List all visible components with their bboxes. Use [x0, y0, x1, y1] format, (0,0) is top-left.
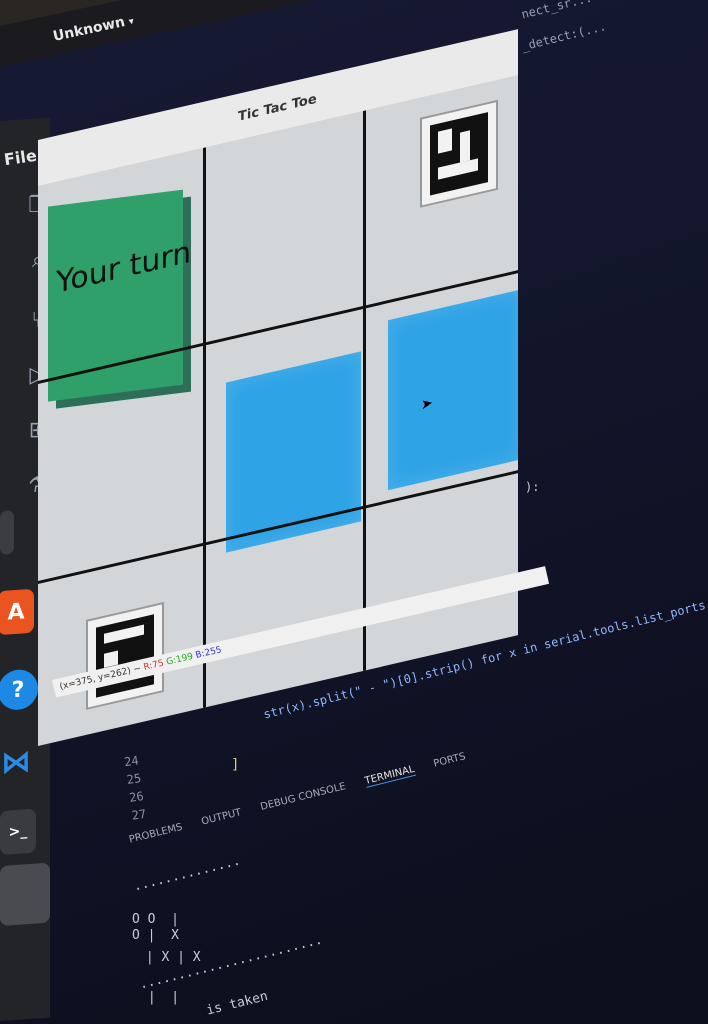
- terminal-message: is taken: [205, 988, 270, 1019]
- grid-line: [363, 110, 366, 671]
- terminal-board-row: | |: [140, 990, 180, 1005]
- photo-of-monitor: Unknown▾ A ? ⋈ >_ File ❐ ⌕ ⑂ ▷ ⊞ ⚗ nect_…: [0, 0, 708, 1024]
- tab-ports[interactable]: PORTS: [432, 751, 467, 771]
- blue-cube: [388, 289, 518, 491]
- terminal-dots: ..............: [132, 853, 242, 895]
- app-grid-icon[interactable]: [0, 862, 50, 927]
- chevron-down-icon: ▾: [127, 16, 136, 28]
- mouse-cursor-icon: ➤: [421, 394, 433, 414]
- tab-problems[interactable]: PROBLEMS: [128, 822, 184, 847]
- code-bracket: ]: [231, 757, 240, 773]
- vscode-icon[interactable]: ⋈: [0, 739, 34, 786]
- grid-line: [203, 147, 206, 708]
- tab-terminal[interactable]: TERMINAL: [363, 763, 416, 788]
- code-line: nect_sr...: [520, 0, 594, 22]
- files-icon[interactable]: [0, 510, 14, 556]
- terminal-board-row: O O |: [132, 912, 179, 927]
- aruco-marker: [420, 99, 498, 208]
- network-menu[interactable]: Unknown▾: [52, 12, 136, 45]
- tab-debug-console[interactable]: DEBUG CONSOLE: [259, 781, 347, 814]
- code-line: _detect:(...: [520, 19, 608, 54]
- window-title: Tic Tac Toe: [238, 91, 317, 125]
- tab-output[interactable]: OUTPUT: [200, 807, 242, 829]
- panel-tabs: PROBLEMS OUTPUT DEBUG CONSOLE TERMINAL P…: [128, 751, 467, 846]
- terminal-board-row: O | X: [132, 928, 179, 943]
- line-numbers: 24 25 26 27: [123, 753, 148, 823]
- terminal-icon[interactable]: >_: [0, 808, 36, 856]
